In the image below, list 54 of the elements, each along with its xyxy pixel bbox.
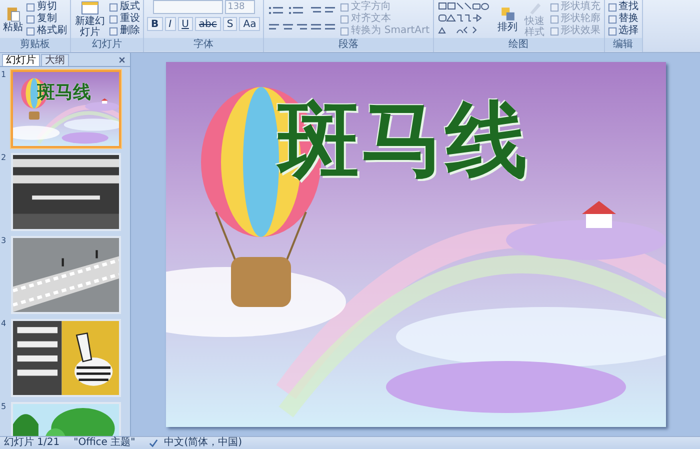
square-icon — [608, 26, 617, 36]
square-icon — [26, 26, 35, 36]
slide-counter: 幻灯片 1/21 — [4, 437, 60, 449]
square-icon — [109, 2, 118, 12]
format-button[interactable]: Aa — [239, 17, 260, 31]
square-icon — [340, 14, 350, 24]
square-icon — [550, 2, 559, 12]
square-icon — [550, 14, 559, 24]
square-icon — [608, 14, 617, 24]
square-icon — [550, 26, 559, 36]
format-button[interactable]: S — [222, 17, 238, 31]
group-label: 编辑 — [604, 38, 642, 51]
slide-number: 5 — [0, 402, 8, 411]
square-icon — [340, 26, 350, 36]
spellcheck-icon[interactable] — [149, 438, 158, 448]
slide-number: 4 — [0, 319, 8, 328]
new-slide-button[interactable]: 新建幻灯片 — [74, 0, 106, 38]
square-icon — [109, 14, 118, 24]
ribbon-command[interactable]: 选择 — [608, 25, 639, 37]
ribbon-command[interactable]: 重设 — [109, 13, 140, 25]
format-button[interactable]: B — [147, 17, 163, 31]
ribbon-command[interactable]: 替换 — [608, 13, 639, 25]
slide-number: 3 — [0, 236, 8, 245]
language: 中文(简体，中国) — [164, 437, 242, 449]
ribbon-command[interactable]: 版式 — [109, 1, 140, 13]
ribbon-command[interactable]: 复制 — [26, 13, 67, 25]
slide-number: 2 — [0, 153, 8, 162]
format-button[interactable]: abc — [194, 17, 221, 31]
slide-number: 1 — [0, 70, 8, 79]
format-button[interactable]: U — [178, 17, 193, 31]
square-icon — [340, 2, 350, 12]
theme-name: "Office 主题" — [74, 437, 136, 449]
paste-button[interactable]: 粘贴 — [3, 6, 23, 32]
square-icon — [26, 14, 35, 24]
group-label: 绘图 — [434, 38, 604, 51]
slide-icon — [80, 0, 100, 16]
group-label: 幻灯片 — [71, 38, 143, 51]
square-icon — [26, 2, 35, 12]
group-label: 段落 — [264, 38, 433, 51]
ribbon-command[interactable]: 删除 — [109, 25, 140, 37]
slide-title: 斑马线 — [278, 100, 530, 182]
ribbon-command[interactable]: 格式刷 — [26, 25, 67, 37]
ribbon-command[interactable]: 查找 — [608, 1, 639, 13]
square-icon — [109, 26, 118, 36]
ribbon-command[interactable]: 剪切 — [26, 1, 67, 13]
group-label: 字体 — [144, 38, 264, 51]
group-label: 剪贴板 — [0, 38, 70, 51]
pane-tab[interactable]: 幻灯片 — [2, 54, 40, 66]
close-icon[interactable] — [118, 56, 126, 64]
font-name-field[interactable] — [152, 0, 223, 14]
arrange-button[interactable]: 排列 — [496, 6, 520, 32]
format-button[interactable]: I — [164, 17, 176, 31]
pane-tab[interactable]: 大纲 — [41, 54, 69, 66]
square-icon — [608, 2, 617, 12]
